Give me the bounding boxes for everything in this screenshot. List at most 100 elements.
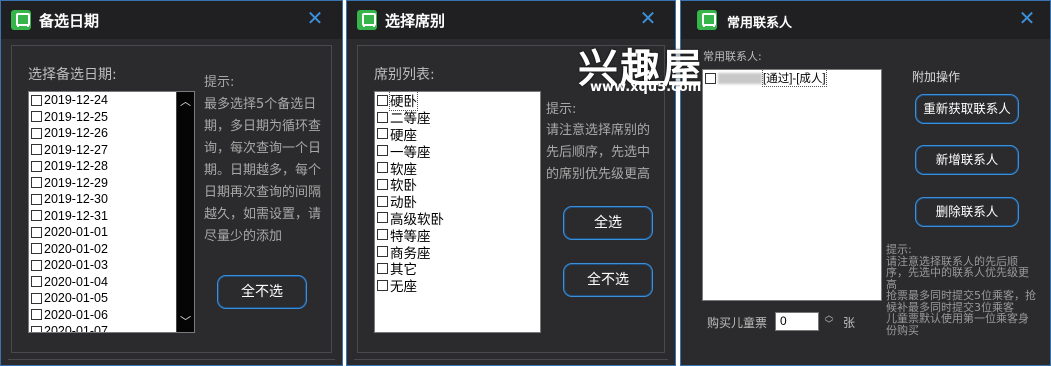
date-dialog-title: 备选日期 bbox=[39, 12, 100, 30]
date-list-item[interactable]: 2019-12-27 bbox=[29, 142, 194, 159]
date-list-item[interactable]: 2019-12-29 bbox=[29, 175, 194, 192]
date-dialog: 备选日期 ✕ 选择备选日期: 2019-12-24 2019-12-25 2019-… bbox=[0, 0, 343, 366]
train-app-icon bbox=[357, 10, 377, 30]
date-checkbox[interactable] bbox=[31, 94, 42, 106]
scroll-down-icon[interactable]: ﹀ bbox=[177, 314, 194, 330]
date-checkbox[interactable] bbox=[31, 292, 42, 304]
date-label: 2020-01-06 bbox=[44, 307, 108, 322]
contact-name-redacted bbox=[718, 72, 762, 84]
date-list-item[interactable]: 2019-12-28 bbox=[29, 158, 194, 175]
train-app-icon bbox=[697, 10, 717, 30]
tip-line: 期，多日期为循环查 bbox=[204, 119, 322, 134]
deselect-all-dates-button[interactable]: 全不选 bbox=[217, 275, 307, 309]
scroll-up-icon[interactable]: ︿ bbox=[177, 94, 194, 110]
date-label: 2019-12-30 bbox=[44, 192, 108, 207]
date-checkbox[interactable] bbox=[31, 210, 42, 222]
date-listbox[interactable]: 2019-12-24 2019-12-25 2019-12-26 2019-12-27… bbox=[28, 91, 195, 333]
date-list-item[interactable]: 2020-01-04 bbox=[29, 274, 194, 291]
seat-checkbox[interactable] bbox=[377, 246, 388, 258]
date-label: 2020-01-01 bbox=[44, 225, 108, 240]
seat-checkbox[interactable] bbox=[377, 94, 388, 106]
select-all-seats-button[interactable]: 全选 bbox=[563, 206, 653, 240]
date-list: 2019-12-24 2019-12-25 2019-12-26 2019-12-27… bbox=[29, 92, 194, 332]
date-checkbox[interactable] bbox=[31, 127, 42, 139]
contact-checkbox[interactable] bbox=[705, 72, 716, 84]
close-icon[interactable]: ✕ bbox=[304, 7, 326, 29]
date-list-item[interactable]: 2020-01-07 bbox=[29, 323, 194, 332]
tip-line: 日期再次查询的间隔 bbox=[204, 185, 322, 200]
tip-line: 的席别优先级更高 bbox=[546, 167, 651, 182]
date-checkbox[interactable] bbox=[31, 243, 42, 255]
contacts-dialog: 常用联系人 ✕ 常用联系人: [通过]-[成人] 附加操作 重新获取联系人 新增… bbox=[680, 0, 1051, 366]
date-list-item[interactable]: 2020-01-01 bbox=[29, 224, 194, 241]
child-ticket-count-input[interactable]: 0 bbox=[775, 312, 819, 331]
date-list-scrollbar[interactable]: ︿ ﹀ bbox=[176, 92, 194, 332]
refresh-contacts-button[interactable]: 重新获取联系人 bbox=[915, 94, 1019, 124]
spin-up-down-icon[interactable]: ︿ ﹀ bbox=[822, 312, 836, 330]
contacts-list-label: 常用联系人: bbox=[703, 50, 762, 63]
date-list-item[interactable]: 2019-12-26 bbox=[29, 125, 194, 142]
date-list-item[interactable]: 2020-01-02 bbox=[29, 241, 194, 258]
deselect-all-seats-button[interactable]: 全不选 bbox=[563, 263, 653, 297]
date-label: 2020-01-04 bbox=[44, 274, 108, 289]
date-list-item[interactable]: 2020-01-06 bbox=[29, 307, 194, 324]
watermark-url: www.xqu5.com bbox=[590, 80, 702, 95]
date-dialog-titlebar: 备选日期 ✕ bbox=[1, 1, 342, 39]
delete-contact-button[interactable]: 删除联系人 bbox=[915, 197, 1019, 227]
add-contact-button[interactable]: 新增联系人 bbox=[915, 145, 1019, 175]
tip-line: 越久，如需设置，请 bbox=[204, 207, 322, 222]
contacts-dialog-titlebar: 常用联系人 ✕ bbox=[681, 1, 1050, 39]
seat-tip-title: 提示: bbox=[546, 102, 577, 117]
tip-line: 提示: bbox=[886, 243, 912, 256]
date-list-item[interactable]: 2019-12-30 bbox=[29, 191, 194, 208]
date-checkbox[interactable] bbox=[31, 144, 42, 156]
tip-line: 先后顺序，先选中 bbox=[546, 145, 651, 160]
contacts-listbox[interactable]: [通过]-[成人] bbox=[702, 69, 882, 301]
train-app-icon bbox=[11, 10, 31, 30]
tip-line: 抢票最多同时提交5位乘客，抢 bbox=[886, 289, 1036, 302]
seat-listbox[interactable]: 硬卧 二等座 硬座 一等座 软座 软卧 动卧 高级软卧 特等座 商务座 其它 无座 bbox=[374, 91, 541, 333]
child-ticket-label: 购买儿童票 bbox=[707, 316, 768, 330]
date-checkbox[interactable] bbox=[31, 226, 42, 238]
date-checkbox[interactable] bbox=[31, 259, 42, 271]
date-list-item[interactable]: 2019-12-24 bbox=[29, 92, 194, 109]
date-label: 2020-01-03 bbox=[44, 258, 108, 273]
seat-checkbox[interactable] bbox=[377, 178, 388, 190]
date-list-item[interactable]: 2019-12-25 bbox=[29, 109, 194, 126]
date-list-item[interactable]: 2020-01-05 bbox=[29, 290, 194, 307]
date-label: 2019-12-27 bbox=[44, 142, 108, 157]
seat-list-item[interactable]: 无座 bbox=[375, 277, 540, 294]
tip-line: 儿童票默认使用第一位乘客身 bbox=[886, 312, 1029, 325]
seat-checkbox[interactable] bbox=[377, 212, 388, 224]
seat-checkbox[interactable] bbox=[377, 229, 388, 241]
tip-line: 尽量少的添加 bbox=[204, 229, 283, 244]
date-list-item[interactable]: 2019-12-31 bbox=[29, 208, 194, 225]
seat-checkbox[interactable] bbox=[377, 111, 388, 123]
date-checkbox[interactable] bbox=[31, 160, 42, 172]
contact-item[interactable]: [通过]-[成人] bbox=[703, 70, 881, 88]
date-checkbox[interactable] bbox=[31, 193, 42, 205]
tip-line: 份购买 bbox=[886, 323, 919, 337]
seat-tip-text: 请注意选择席别的 先后顺序，先选中 的席别优先级更高 bbox=[546, 120, 671, 186]
date-label: 2019-12-26 bbox=[44, 126, 108, 141]
seat-checkbox[interactable] bbox=[377, 162, 388, 174]
date-checkbox[interactable] bbox=[31, 276, 42, 288]
seat-checkbox[interactable] bbox=[377, 262, 388, 274]
date-list-label: 选择备选日期: bbox=[28, 67, 117, 83]
tip-line: 最多选择5个备选日 bbox=[204, 97, 317, 112]
close-icon[interactable]: ✕ bbox=[637, 7, 659, 29]
date-checkbox[interactable] bbox=[31, 309, 42, 321]
date-checkbox[interactable] bbox=[31, 177, 42, 189]
date-list-item[interactable]: 2020-01-03 bbox=[29, 257, 194, 274]
seat-checkbox[interactable] bbox=[377, 279, 388, 291]
seat-checkbox[interactable] bbox=[377, 128, 388, 140]
seat-checkbox[interactable] bbox=[377, 195, 388, 207]
date-checkbox[interactable] bbox=[31, 111, 42, 123]
close-icon[interactable]: ✕ bbox=[1016, 7, 1038, 29]
date-label: 2020-01-02 bbox=[44, 241, 108, 256]
date-checkbox[interactable] bbox=[31, 325, 42, 332]
contacts-dialog-title: 常用联系人 bbox=[727, 16, 793, 31]
seat-checkbox[interactable] bbox=[377, 145, 388, 157]
date-label: 2019-12-29 bbox=[44, 175, 108, 190]
seat-label: 无座 bbox=[390, 279, 417, 295]
